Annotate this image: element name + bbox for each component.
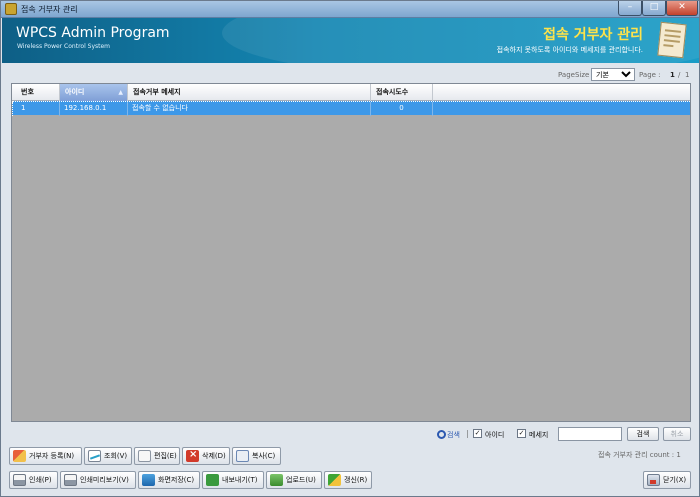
delete-button[interactable]: 삭제(D): [182, 447, 230, 465]
search-bar: 검색 | ✓ 아이디 ✓ 메세지 검색 취소: [11, 427, 691, 442]
page-description: 접속하지 못하도록 아이디와 메세지를 관리합니다.: [496, 46, 643, 54]
print-label: 인쇄(P): [29, 476, 52, 484]
exit-icon: [647, 474, 660, 486]
page-separator: /: [678, 71, 681, 79]
search-input[interactable]: [558, 427, 622, 441]
upload-icon: [270, 474, 283, 486]
printer-icon: [13, 474, 26, 486]
upload-label: 업로드(U): [286, 476, 316, 484]
search-label: 검색: [447, 431, 460, 439]
column-header-message[interactable]: 접속거부 메세지: [128, 84, 371, 101]
close-button[interactable]: 닫기(X): [643, 471, 691, 489]
print-preview-label: 인쇄미리보기(V): [80, 476, 129, 484]
grid-header: 번호 아이디 ▲ 접속거부 메세지 접속시도수: [12, 84, 690, 101]
close-label: 닫기(X): [663, 476, 687, 484]
screen-save-icon: [142, 474, 155, 486]
edit-button[interactable]: 편집(E): [134, 447, 180, 465]
view-button[interactable]: 조회(V): [84, 447, 132, 465]
checkbox-message[interactable]: ✓: [517, 429, 526, 438]
close-window-button[interactable]: ✕: [666, 1, 698, 16]
column-header-attempts[interactable]: 접속시도수: [371, 84, 433, 101]
export-button[interactable]: 내보내기(T): [202, 471, 264, 489]
cell-message: 접속할 수 없습니다: [128, 102, 371, 116]
title-bar[interactable]: 접속 거부자 관리 – □ ✕: [1, 1, 699, 18]
close-icon: ✕: [678, 2, 686, 12]
refresh-icon: [328, 474, 341, 486]
cell-no: 1: [12, 102, 60, 116]
header-banner: WPCS Admin Program Wireless Power Contro…: [2, 18, 699, 63]
view-icon: [88, 450, 101, 462]
refresh-label: 갱신(R): [344, 476, 368, 484]
search-separator: |: [466, 429, 469, 438]
column-header-id[interactable]: 아이디 ▲: [60, 84, 128, 101]
cell-attempts: 0: [371, 102, 433, 116]
add-user-icon: [13, 450, 26, 462]
print-preview-button[interactable]: 인쇄미리보기(V): [60, 471, 136, 489]
copy-icon: [236, 450, 249, 462]
edit-icon: [138, 450, 151, 462]
delete-label: 삭제(D): [202, 452, 226, 460]
search-button[interactable]: 검색: [627, 427, 659, 441]
maximize-button[interactable]: □: [642, 1, 666, 16]
checkbox-message-label: 메세지: [529, 431, 549, 439]
refresh-button[interactable]: 갱신(R): [324, 471, 372, 489]
print-preview-icon: [64, 474, 77, 486]
save-screen-button[interactable]: 화면저장(C): [138, 471, 200, 489]
search-icon: [437, 430, 446, 439]
main-window: 접속 거부자 관리 – □ ✕ WPCS Admin Program Wirel…: [0, 0, 700, 497]
table-row[interactable]: 1 192.168.0.1 접속할 수 없습니다 0: [12, 101, 690, 116]
pagesize-select[interactable]: 기본: [591, 68, 635, 81]
export-icon: [206, 474, 219, 486]
export-label: 내보내기(T): [222, 476, 258, 484]
delete-icon: [186, 447, 199, 463]
print-button[interactable]: 인쇄(P): [9, 471, 58, 489]
minimize-button[interactable]: –: [618, 1, 642, 16]
column-header-no[interactable]: 번호: [12, 84, 60, 101]
column-header-id-label: 아이디: [65, 88, 85, 96]
total-pages: 1: [685, 71, 690, 79]
edit-label: 편집(E): [154, 452, 177, 460]
app-icon: [5, 3, 17, 15]
cancel-search-button[interactable]: 취소: [663, 427, 691, 441]
upload-button[interactable]: 업로드(U): [266, 471, 322, 489]
record-count: 접속 거부자 관리 count : 1: [598, 451, 681, 459]
brand-subtitle: Wireless Power Control System: [17, 43, 111, 50]
add-denied-user-button[interactable]: 거부자 등록(N): [9, 447, 82, 465]
maximize-icon: □: [649, 2, 659, 12]
view-label: 조회(V): [104, 452, 128, 460]
page-title: 접속 거부자 관리: [543, 27, 643, 43]
cell-id: 192.168.0.1: [60, 102, 128, 116]
add-denied-user-label: 거부자 등록(N): [29, 452, 75, 460]
page-label: Page :: [639, 71, 661, 79]
brand-title: WPCS Admin Program: [16, 25, 170, 41]
window-title: 접속 거부자 관리: [21, 5, 78, 14]
sort-ascending-icon: ▲: [118, 89, 123, 96]
pager-bar: PageSize 기본 Page : 1 / 1: [11, 68, 691, 82]
copy-label: 복사(C): [252, 452, 276, 460]
current-page: 1: [670, 71, 675, 79]
denied-users-grid[interactable]: 번호 아이디 ▲ 접속거부 메세지 접속시도수 1 192.168.0.1 접속…: [11, 83, 691, 422]
copy-button[interactable]: 복사(C): [232, 447, 281, 465]
minimize-icon: –: [627, 2, 633, 12]
checkbox-id[interactable]: ✓: [473, 429, 482, 438]
pagesize-label: PageSize: [558, 71, 590, 79]
save-screen-label: 화면저장(C): [158, 476, 195, 484]
document-icon: [657, 21, 687, 59]
checkbox-id-label: 아이디: [485, 431, 505, 439]
